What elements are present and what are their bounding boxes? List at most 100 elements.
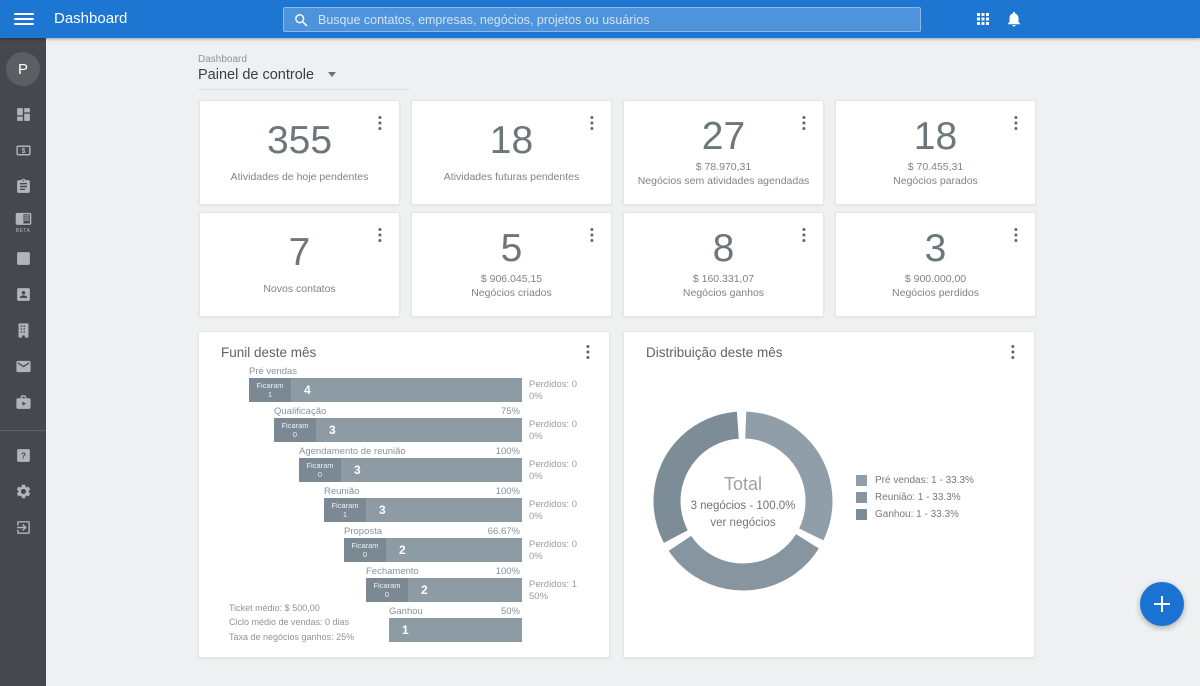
add-button[interactable]: [1140, 582, 1184, 626]
card-menu-icon[interactable]: [583, 225, 601, 245]
breadcrumb: Dashboard: [198, 54, 247, 65]
sidebar-divider: [0, 430, 46, 431]
card-menu-icon[interactable]: [795, 225, 813, 245]
funnel-bar[interactable]: 1: [389, 618, 522, 642]
search-input[interactable]: [318, 8, 913, 31]
funnel-conversion-pct: 100%: [496, 566, 520, 577]
funnel-conversion-pct: 50%: [501, 606, 520, 617]
funnel-stage-label: Reunião: [324, 486, 359, 497]
funnel-ficaram: Ficaram0: [299, 458, 341, 482]
legend-item: Ganhou: 1 - 33.3%: [856, 509, 974, 520]
card-menu-icon[interactable]: [1007, 225, 1025, 245]
funnel-stage: Pré vendasFicaram14Perdidos: 00%: [219, 365, 591, 405]
funnel-stage: Proposta66.67%Ficaram02Perdidos: 00%: [219, 525, 591, 565]
pipeline-icon[interactable]: BETA: [0, 204, 46, 240]
stat-value: 27: [702, 117, 745, 158]
funnel-stage-label: Proposta: [344, 526, 382, 537]
stat-value: 3: [925, 229, 947, 270]
help-icon[interactable]: ?: [0, 437, 46, 473]
card-menu-icon[interactable]: [1007, 113, 1025, 133]
apps-icon[interactable]: [972, 9, 994, 31]
contacts-icon[interactable]: [0, 276, 46, 312]
mail-icon[interactable]: [0, 348, 46, 384]
funnel-ficaram: Ficaram1: [249, 378, 291, 402]
stat-card: 355 Atividades de hoje pendentes: [199, 100, 400, 205]
stat-money: $ 160.331,07: [693, 273, 754, 285]
stat-label: Negócios criados: [471, 287, 552, 301]
donut-center: Total 3 negócios - 100.0% ver negócios: [648, 406, 838, 596]
funnel-stage-label: Agendamento de reunião: [299, 446, 406, 457]
app: Dashboard P $ BETA ? Dashboard Painel de …: [0, 0, 1200, 686]
funnel-bar-value: 3: [379, 503, 386, 517]
sidebar: P $ BETA ?: [0, 38, 46, 686]
donut-subtitle: 3 negócios - 100.0%: [691, 500, 796, 512]
stat-value: 7: [289, 233, 311, 274]
companies-icon[interactable]: [0, 312, 46, 348]
donut-chart: Total 3 negócios - 100.0% ver negócios: [648, 406, 838, 596]
menu-icon[interactable]: [14, 10, 34, 28]
funnel-stage: Agendamento de reunião100%Ficaram03Perdi…: [219, 445, 591, 485]
logout-icon[interactable]: [0, 509, 46, 545]
view-deals-link[interactable]: ver negócios: [710, 517, 775, 529]
stat-value: 355: [267, 121, 332, 162]
stat-label: Negócios perdidos: [892, 287, 979, 301]
stat-card: 3 $ 900.000,00 Negócios perdidos: [835, 212, 1036, 317]
settings-icon[interactable]: [0, 473, 46, 509]
funnel-stage-label: Pré vendas: [249, 366, 297, 377]
funnel-stage: Qualificação75%Ficaram03Perdidos: 00%: [219, 405, 591, 445]
dashboard-icon[interactable]: [0, 96, 46, 132]
top-bar: Dashboard: [0, 0, 1200, 38]
stat-value: 8: [713, 229, 735, 270]
stat-label: Atividades de hoje pendentes: [231, 171, 369, 185]
stat-label: Negócios parados: [893, 175, 978, 189]
card-menu-icon[interactable]: [371, 225, 389, 245]
stat-card: 8 $ 160.331,07 Negócios ganhos: [623, 212, 824, 317]
funnel-title: Funil deste mês: [221, 345, 316, 360]
automations-icon[interactable]: [0, 384, 46, 420]
stat-value: 18: [490, 121, 533, 162]
chevron-down-icon: [328, 72, 336, 77]
funnel-card: Funil deste mês Pré vendasFicaram14Perdi…: [198, 331, 610, 658]
distribution-menu-button[interactable]: [1004, 342, 1022, 362]
funnel-bar[interactable]: Ficaram0 3: [299, 458, 522, 482]
card-menu-icon[interactable]: [371, 113, 389, 133]
funnel-bar[interactable]: Ficaram02: [366, 578, 522, 602]
distribution-title: Distribuição deste mês: [646, 345, 783, 360]
funnel-bar[interactable]: Ficaram02: [344, 538, 522, 562]
stat-label: Negócios sem atividades agendadas: [638, 175, 810, 189]
legend-item: Reunião: 1 - 33.3%: [856, 492, 974, 503]
funnel-footer: Ticket médio: $ 500,00Ciclo médio de ven…: [229, 601, 354, 644]
funnel-perdidos: Perdidos: 00%: [529, 539, 591, 563]
legend-swatch-icon: [856, 475, 867, 486]
reports-icon[interactable]: [0, 240, 46, 276]
donut-legend: Pré vendas: 1 - 33.3%Reunião: 1 - 33.3%G…: [856, 475, 974, 526]
funnel-menu-button[interactable]: [579, 342, 597, 362]
billing-icon[interactable]: $: [0, 132, 46, 168]
stat-money: $ 900.000,00: [905, 273, 966, 285]
funnel-bar[interactable]: Ficaram14: [249, 378, 522, 402]
funnel-perdidos: Perdidos: 00%: [529, 499, 591, 523]
stat-money: $ 70.455,31: [908, 161, 963, 173]
tasks-icon[interactable]: [0, 168, 46, 204]
stat-value: 5: [501, 229, 523, 270]
stat-card: 7 Novos contatos: [199, 212, 400, 317]
stat-label: Novos contatos: [263, 283, 335, 297]
legend-swatch-icon: [856, 509, 867, 520]
stat-money: $ 78.970,31: [696, 161, 751, 173]
dashboard-view-selector[interactable]: Painel de controle: [198, 66, 410, 90]
funnel-bar-value: 3: [354, 463, 361, 477]
sidebar-bottom-nav: ?: [0, 437, 46, 545]
app-title: Dashboard: [54, 0, 127, 38]
funnel-stage: Reunião100%Ficaram13Perdidos: 00%: [219, 485, 591, 525]
stat-label: Atividades futuras pendentes: [444, 171, 579, 185]
funnel-bar[interactable]: Ficaram03: [274, 418, 522, 442]
stat-label: Negócios ganhos: [683, 287, 764, 301]
notifications-icon[interactable]: [1003, 9, 1025, 31]
funnel-stage: Fechamento100%Ficaram02Perdidos: 150%: [219, 565, 591, 605]
selected-view-label: Painel de controle: [198, 67, 314, 83]
avatar[interactable]: P: [6, 52, 40, 86]
funnel-bar[interactable]: Ficaram13: [324, 498, 522, 522]
card-menu-icon[interactable]: [795, 113, 813, 133]
card-menu-icon[interactable]: [583, 113, 601, 133]
stat-money: $ 906.045,15: [481, 273, 542, 285]
